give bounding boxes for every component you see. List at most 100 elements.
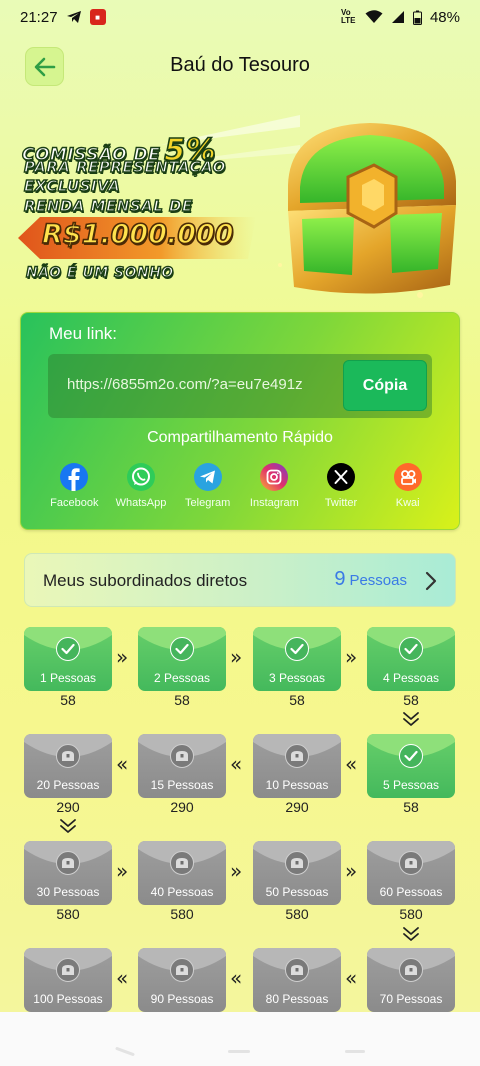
subordinates-count-value: 9 [334, 568, 346, 590]
flow-arrow-icon: » [230, 645, 243, 669]
flow-arrow-icon: « [116, 752, 129, 776]
invite-link-url[interactable]: https://6855m2o.com/?a=eu7e491z [67, 376, 303, 393]
direct-subordinates-row[interactable]: Meus subordinados diretos 9 Pessoas [24, 553, 456, 607]
wifi-icon [365, 10, 383, 23]
reward-tile-label: 1 Pessoas [39, 671, 97, 685]
flow-arrow-icon: » [116, 645, 129, 669]
reward-tile-label: 5 Pessoas [382, 778, 440, 792]
flow-arrow-icon: « [345, 752, 358, 776]
nav-back-button[interactable] [345, 1050, 365, 1053]
reward-tile[interactable]: 100 Pessoas [24, 948, 112, 1012]
reward-amount: 580 [170, 906, 194, 922]
reward-amount: 290 [170, 799, 194, 815]
status-bar: 21:27 ■ Vo LTE 48% [0, 0, 480, 34]
reward-tile[interactable]: 1 Pessoas [24, 627, 112, 691]
reward-amount: 58 [403, 692, 419, 708]
treasure-chest-image [278, 123, 456, 298]
check-icon [399, 637, 423, 661]
telegram-icon [193, 463, 222, 491]
share-facebook[interactable]: Facebook [41, 463, 108, 515]
subordinates-count: 9 Pessoas [334, 568, 407, 591]
reward-tile[interactable]: 90 Pessoas [138, 948, 226, 1012]
share-telegram[interactable]: Telegram [174, 463, 241, 515]
reward-tile[interactable]: 20 Pessoas [24, 734, 112, 798]
flow-arrow-icon: « [116, 966, 129, 990]
reward-amount: 290 [56, 799, 80, 815]
reward-tile[interactable]: 5 Pessoas [367, 734, 455, 798]
banner-line3: EXCLUSIVA [23, 176, 121, 195]
share-buttons: Facebook WhatsApp Telegram Instagram Twi… [41, 463, 441, 515]
chest-icon [170, 851, 194, 875]
reward-tile[interactable]: 60 Pessoas [367, 841, 455, 905]
chevron-right-icon [425, 571, 437, 591]
share-twitter[interactable]: Twitter [308, 463, 375, 515]
reward-tile[interactable]: 40 Pessoas [138, 841, 226, 905]
nav-recents-button[interactable] [115, 1046, 135, 1057]
reward-amount: 58 [174, 692, 190, 708]
reward-amount: 58 [403, 799, 419, 815]
facebook-icon [60, 463, 89, 491]
reward-amount: 580 [399, 906, 423, 922]
share-kwai[interactable]: Kwai [374, 463, 441, 515]
banner-line6: NÃO É UM SONHO [25, 264, 174, 281]
reward-tile-label: 60 Pessoas [379, 885, 443, 899]
status-time: 21:27 [20, 8, 58, 26]
promo-banner: COMISSÃO DE 5% PARA REPRESENTAÇÃO EXCLUSI… [0, 105, 480, 305]
share-telegram-label: Telegram [185, 497, 231, 509]
system-nav-bar [0, 1012, 480, 1066]
share-whatsapp[interactable]: WhatsApp [108, 463, 175, 515]
battery-icon [412, 10, 422, 25]
flow-arrow-icon: « [230, 966, 243, 990]
reward-tile[interactable]: 3 Pessoas [253, 627, 341, 691]
banner-line2: PARA REPRESENTAÇÃO [23, 157, 226, 176]
page-title: Baú do Tesouro [170, 54, 310, 76]
reward-tile-label: 10 Pessoas [265, 778, 329, 792]
reward-tile[interactable]: 15 Pessoas [138, 734, 226, 798]
banner-line4: RENDA MENSAL DE [23, 196, 193, 215]
flow-arrow-icon: « [345, 966, 358, 990]
reward-amount: 580 [56, 906, 80, 922]
chest-icon [285, 851, 309, 875]
reward-amount: 58 [60, 692, 76, 708]
invite-link-card: Meu link: https://6855m2o.com/?a=eu7e491… [20, 312, 460, 530]
check-icon [56, 637, 80, 661]
chest-icon [285, 744, 309, 768]
banner-amount: R$1.000.000 [41, 218, 234, 251]
subordinates-label: Meus subordinados diretos [43, 571, 248, 590]
flow-down-arrow-icon [403, 927, 419, 941]
reward-amount: 58 [289, 692, 305, 708]
share-instagram[interactable]: Instagram [241, 463, 308, 515]
share-instagram-label: Instagram [249, 497, 299, 509]
reward-tile-label: 20 Pessoas [36, 778, 100, 792]
reward-tile[interactable]: 70 Pessoas [367, 948, 455, 1012]
app-notification-icon: ■ [89, 9, 106, 25]
copy-button[interactable]: Cópia [343, 360, 427, 411]
flow-arrow-icon: » [345, 645, 358, 669]
nav-home-button[interactable] [228, 1050, 250, 1053]
reward-tile-label: 100 Pessoas [33, 992, 103, 1006]
share-twitter-label: Twitter [324, 497, 358, 509]
instagram-icon [260, 463, 289, 491]
share-whatsapp-label: WhatsApp [115, 497, 167, 509]
reward-tile-label: 30 Pessoas [36, 885, 100, 899]
share-facebook-label: Facebook [50, 497, 99, 509]
reward-tile-label: 80 Pessoas [265, 992, 329, 1006]
reward-tile[interactable]: 80 Pessoas [253, 948, 341, 1012]
share-title: Compartilhamento Rápido [147, 429, 333, 446]
reward-tile-label: 90 Pessoas [150, 992, 214, 1006]
battery-level: 48% [429, 8, 460, 26]
reward-tile-label: 2 Pessoas [153, 671, 211, 685]
reward-tile[interactable]: 2 Pessoas [138, 627, 226, 691]
kwai-icon [393, 463, 422, 491]
reward-tile[interactable]: 30 Pessoas [24, 841, 112, 905]
whatsapp-icon [127, 463, 155, 491]
reward-tile-label: 50 Pessoas [265, 885, 329, 899]
reward-tile-label: 70 Pessoas [379, 992, 443, 1006]
chest-icon [170, 958, 194, 982]
reward-tile-label: 4 Pessoas [382, 671, 440, 685]
reward-tile[interactable]: 50 Pessoas [253, 841, 341, 905]
reward-tile[interactable]: 4 Pessoas [367, 627, 455, 691]
chest-icon [285, 958, 309, 982]
reward-tile[interactable]: 10 Pessoas [253, 734, 341, 798]
flow-arrow-icon: « [230, 752, 243, 776]
